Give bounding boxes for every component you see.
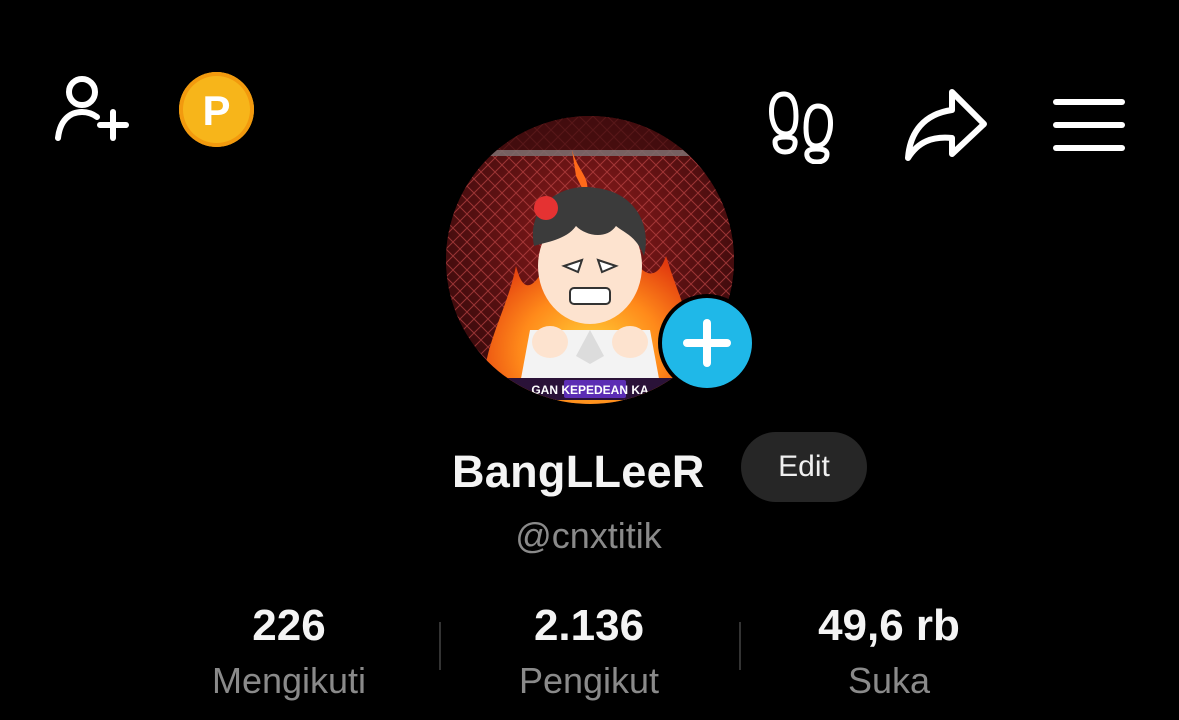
footprints-icon xyxy=(769,91,833,164)
add-friend-icon xyxy=(55,76,129,141)
plus-icon xyxy=(683,319,731,367)
profile-views-button[interactable] xyxy=(766,88,838,164)
stat-followers-label: Pengikut xyxy=(518,660,660,701)
menu-button[interactable] xyxy=(1052,96,1126,154)
stat-likes-value: 49,6 rb xyxy=(818,601,960,650)
stat-likes-label: Suka xyxy=(847,660,931,701)
avatar-caption: GAN KEPEDEAN KA xyxy=(531,383,649,397)
edit-profile-button[interactable]: Edit xyxy=(741,432,867,502)
add-friend-button[interactable] xyxy=(52,72,132,146)
handle-text: @cnxtitik xyxy=(515,515,662,556)
coin-button[interactable]: P xyxy=(179,72,254,147)
stat-followers[interactable]: 2.136 Pengikut xyxy=(449,598,729,704)
stat-divider xyxy=(439,622,441,670)
stat-divider xyxy=(739,622,741,670)
share-button[interactable] xyxy=(902,86,990,164)
menu-icon xyxy=(1053,99,1125,151)
avatar-add-button[interactable] xyxy=(662,298,752,388)
profile-handle: @cnxtitik xyxy=(0,512,1179,560)
coin-icon: P xyxy=(179,72,254,147)
profile-username: BangLLeeR xyxy=(452,446,705,497)
coin-letter: P xyxy=(202,86,231,134)
stat-following[interactable]: 226 Mengikuti xyxy=(149,598,429,704)
stat-following-label: Mengikuti xyxy=(211,660,367,701)
stat-likes[interactable]: 49,6 rb Suka xyxy=(749,598,1029,704)
stat-following-value: 226 xyxy=(252,601,326,650)
share-icon xyxy=(905,89,987,161)
stat-followers-value: 2.136 xyxy=(533,601,645,650)
